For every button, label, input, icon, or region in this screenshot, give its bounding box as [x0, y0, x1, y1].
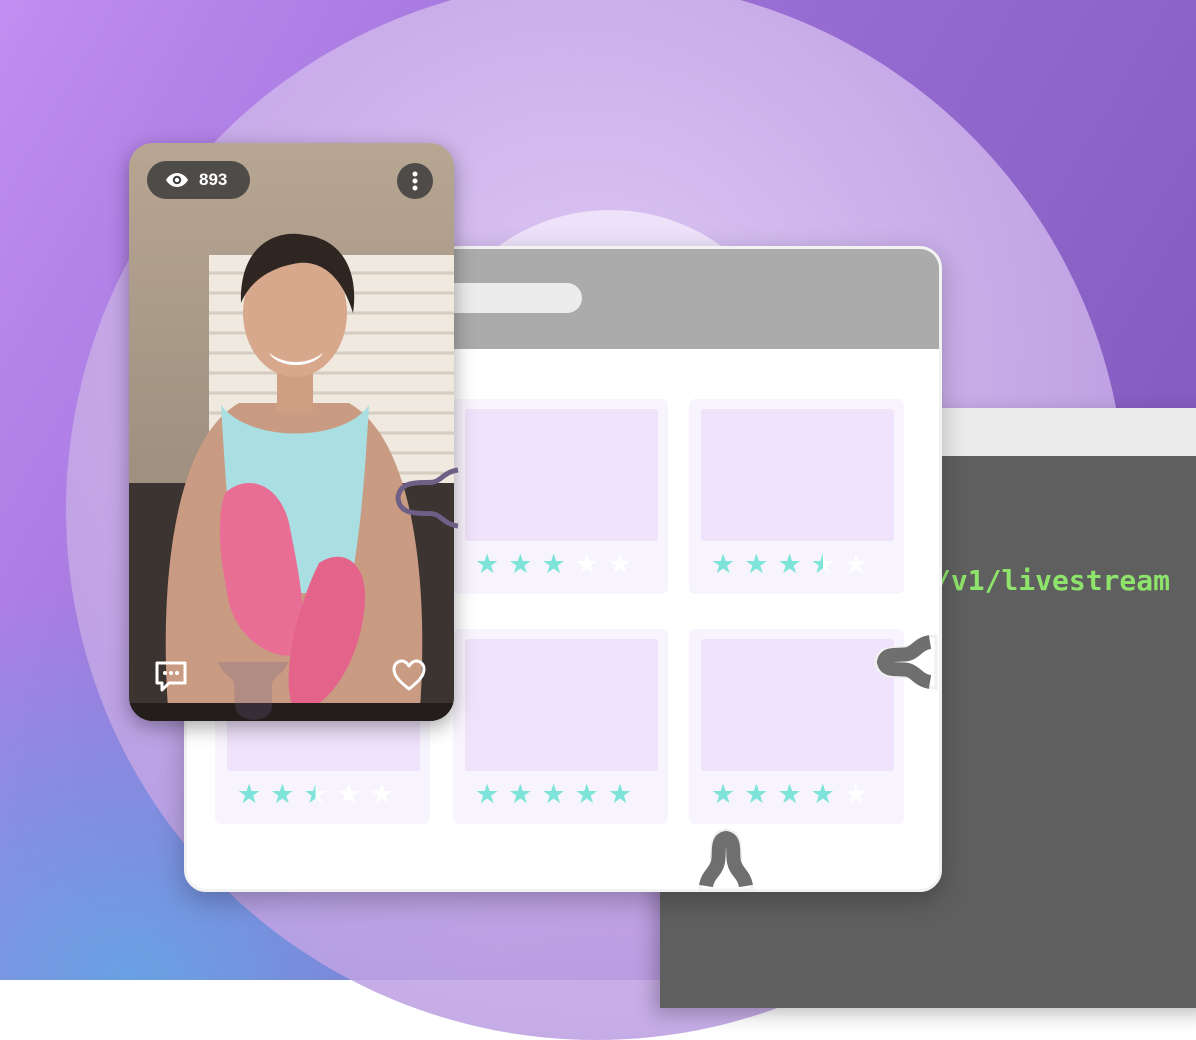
star-filled-icon: ★	[541, 549, 566, 579]
star-filled-icon: ★	[508, 549, 533, 579]
star-filled-icon: ★	[744, 779, 769, 809]
star-filled-icon: ★	[270, 779, 295, 809]
star-filled-icon: ★	[810, 779, 835, 809]
puzzle-knob-bottom	[698, 828, 754, 892]
star-rating: ★ ★ ★ ★ ★	[711, 549, 868, 579]
more-options-button[interactable]	[397, 163, 433, 199]
product-card[interactable]: ★ ★ ★ ★ ★	[689, 399, 904, 594]
eye-icon	[166, 173, 188, 187]
star-filled-icon: ★	[237, 779, 262, 809]
star-filled-icon: ★	[508, 779, 533, 809]
star-half-icon: ★	[810, 549, 835, 579]
product-image-placeholder	[701, 409, 894, 541]
video-thumbnail-photo	[129, 143, 454, 721]
view-count-badge: 893	[147, 161, 250, 199]
star-rating: ★ ★ ★ ★ ★	[711, 779, 868, 809]
view-count: 893	[199, 170, 228, 189]
terminal-code-text: /v1/livestream	[934, 564, 1171, 597]
comment-icon	[155, 661, 187, 692]
star-empty-icon: ★	[843, 779, 869, 809]
like-button[interactable]	[391, 659, 427, 698]
star-empty-icon: ★	[607, 549, 633, 579]
star-filled-icon: ★	[711, 549, 736, 579]
star-filled-icon: ★	[744, 549, 769, 579]
star-empty-icon: ★	[369, 779, 395, 809]
product-image-placeholder	[465, 639, 658, 771]
product-image-placeholder	[701, 639, 894, 771]
star-filled-icon: ★	[777, 779, 802, 809]
puzzle-knob-video-bottom	[218, 662, 288, 720]
product-image-placeholder	[465, 409, 658, 541]
star-empty-icon: ★	[336, 779, 361, 809]
puzzle-knob-right	[874, 634, 938, 690]
star-filled-icon: ★	[574, 779, 599, 809]
star-filled-icon: ★	[607, 779, 633, 809]
star-rating: ★ ★ ★ ★ ★	[475, 779, 632, 809]
star-filled-icon: ★	[541, 779, 566, 809]
star-half-icon: ★	[303, 779, 328, 809]
product-card[interactable]: ★ ★ ★ ★ ★	[453, 399, 668, 594]
star-filled-icon: ★	[475, 779, 500, 809]
puzzle-knob-video-right	[395, 467, 459, 529]
comment-button[interactable]	[153, 659, 189, 700]
video-card[interactable]: 893	[129, 143, 454, 721]
star-filled-icon: ★	[777, 549, 802, 579]
more-vertical-icon	[412, 171, 418, 191]
star-empty-icon: ★	[574, 549, 599, 579]
product-card[interactable]: ★ ★ ★ ★ ★	[453, 629, 668, 824]
star-filled-icon: ★	[711, 779, 736, 809]
star-empty-icon: ★	[843, 549, 869, 579]
heart-icon	[392, 659, 426, 691]
star-filled-icon: ★	[475, 549, 500, 579]
star-rating: ★ ★ ★ ★ ★	[237, 779, 394, 809]
star-rating: ★ ★ ★ ★ ★	[475, 549, 632, 579]
